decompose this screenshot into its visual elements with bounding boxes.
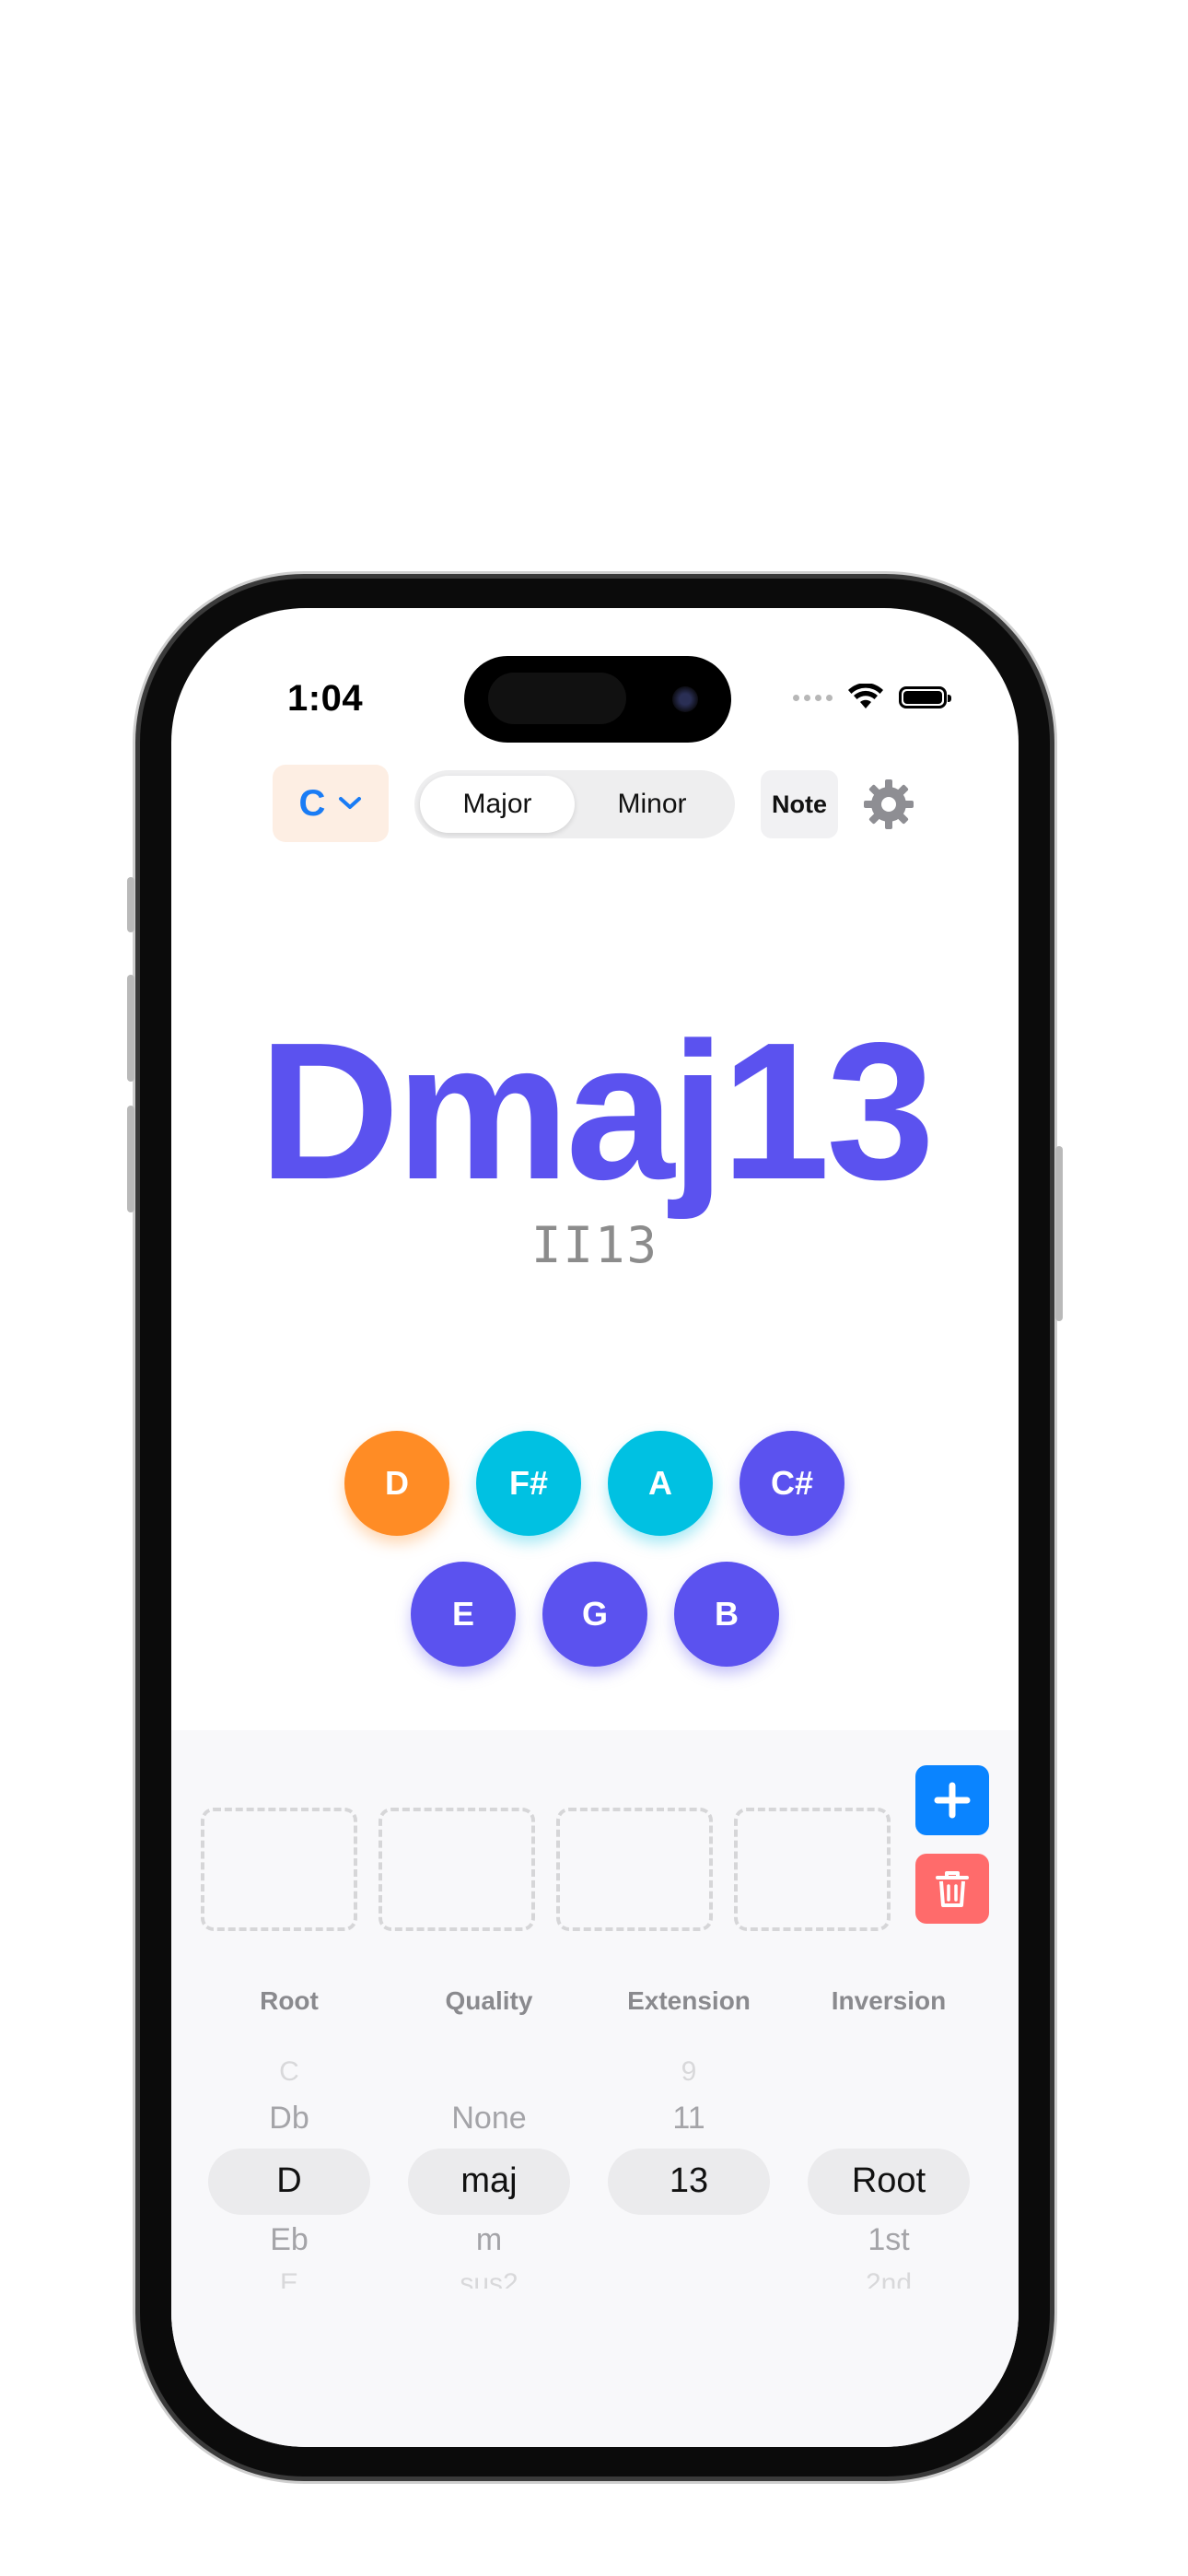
picker-selected-inversion[interactable]: Root: [806, 2161, 972, 2201]
picker-selected-root[interactable]: D: [206, 2161, 372, 2201]
picker-label-quality: Quality: [445, 1986, 533, 2015]
note-bubble[interactable]: F#: [476, 1431, 581, 1536]
note-bubble[interactable]: B: [674, 1562, 779, 1667]
chord-name: Dmaj13: [258, 1001, 935, 1220]
picker-option[interactable]: C: [206, 2056, 372, 2084]
picker-option[interactable]: Eb: [206, 2222, 372, 2258]
picker-option[interactable]: sus2: [406, 2268, 572, 2289]
battery-icon: [899, 686, 951, 708]
note-bubble[interactable]: C#: [740, 1431, 844, 1536]
note-button[interactable]: Note: [761, 770, 838, 838]
plus-icon: [934, 1782, 971, 1819]
picker-option[interactable]: E: [206, 2268, 372, 2289]
island-sensor: [488, 673, 626, 724]
volume-up-button: [127, 975, 134, 1082]
delete-chord-button[interactable]: [915, 1854, 989, 1924]
action-button: [127, 877, 134, 932]
chevron-down-icon: [339, 797, 362, 809]
picker-label-root: Root: [260, 1986, 319, 2015]
progression-slot[interactable]: [556, 1808, 713, 1931]
gear-icon[interactable]: [862, 778, 915, 831]
picker-selected-quality[interactable]: maj: [406, 2161, 572, 2201]
volume-down-button: [127, 1106, 134, 1212]
note-bubble[interactable]: A: [608, 1431, 713, 1536]
picker-option[interactable]: 9: [606, 2056, 772, 2084]
dynamic-island: [464, 656, 731, 743]
picker-label-extension: Extension: [627, 1986, 751, 2015]
progression-slot[interactable]: [734, 1808, 891, 1931]
mode-option-minor[interactable]: Minor: [575, 776, 729, 833]
mode-option-major[interactable]: Major: [420, 776, 575, 833]
picker-option[interactable]: 1st: [806, 2222, 972, 2258]
progression-slot[interactable]: [201, 1808, 357, 1931]
key-selector-button[interactable]: C: [273, 765, 389, 842]
picker-selected-extension[interactable]: 13: [606, 2161, 772, 2201]
wifi-icon: [848, 684, 883, 708]
roman-numeral: II13: [530, 1216, 659, 1274]
picker-option[interactable]: m: [406, 2222, 572, 2258]
picker-option[interactable]: 11: [606, 2101, 772, 2137]
front-camera: [672, 686, 698, 712]
picker-label-inversion: Inversion: [831, 1986, 947, 2015]
note-bubble[interactable]: E: [411, 1562, 516, 1667]
picker-option[interactable]: 2nd: [806, 2268, 972, 2289]
screen: 1:04 C Major Minor Note Dmaj13 II13 D F#…: [171, 608, 1019, 2447]
note-bubble[interactable]: G: [542, 1562, 647, 1667]
picker-option[interactable]: None: [406, 2101, 572, 2137]
status-icons: [793, 684, 951, 711]
progression-slot[interactable]: [379, 1808, 535, 1931]
picker-option[interactable]: Db: [206, 2101, 372, 2137]
key-value: C: [298, 782, 326, 824]
add-chord-button[interactable]: [915, 1765, 989, 1835]
phone-frame: 1:04 C Major Minor Note Dmaj13 II13 D F#…: [127, 579, 1063, 2476]
canvas: 1:04 C Major Minor Note Dmaj13 II13 D F#…: [0, 0, 1188, 2576]
note-bubble-root[interactable]: D: [344, 1431, 449, 1536]
mode-segmented-control: Major Minor: [414, 770, 735, 838]
power-button: [1055, 1146, 1063, 1321]
cellular-signal-icon: [793, 694, 833, 701]
trash-icon: [936, 1871, 969, 1907]
status-time: 1:04: [287, 678, 364, 719]
